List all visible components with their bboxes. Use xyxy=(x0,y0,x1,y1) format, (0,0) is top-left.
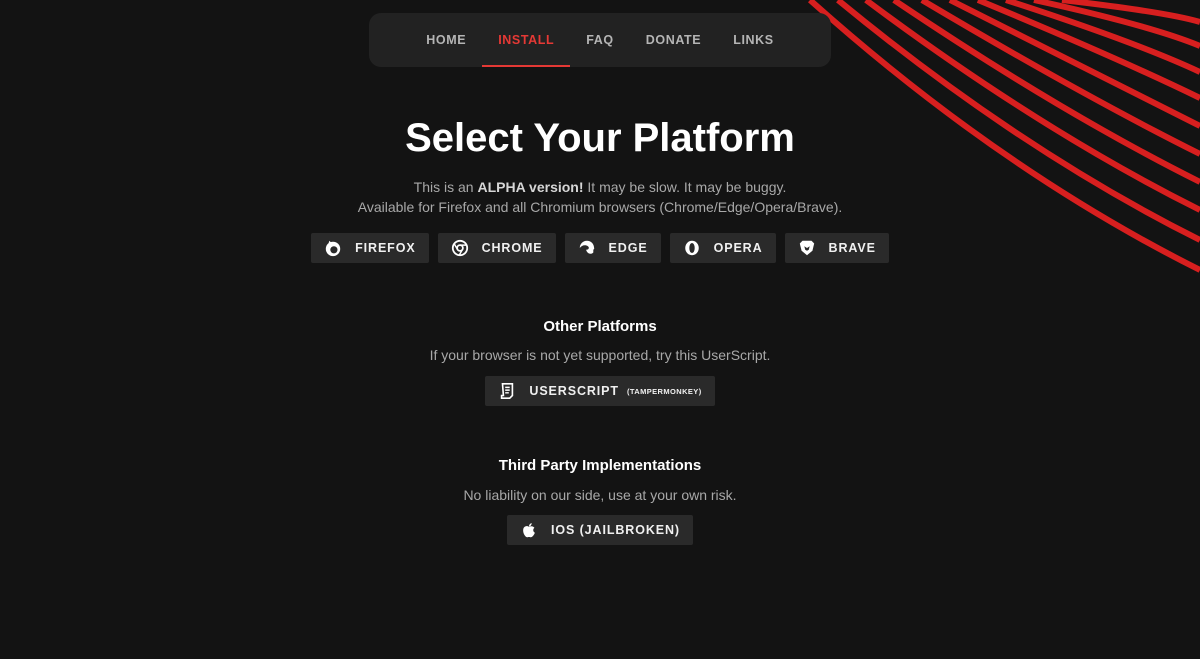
alpha-notice: ALPHA version! xyxy=(477,179,584,195)
firefox-button[interactable]: FIREFOX xyxy=(311,233,429,263)
third-party-text: No liability on our side, use at your ow… xyxy=(463,487,737,503)
apple-icon xyxy=(519,520,539,540)
tampermonkey-note: (TAMPERMONKEY) xyxy=(626,386,702,396)
userscript-button[interactable]: USERSCRIPT (TAMPERMONKEY) xyxy=(485,376,715,406)
alpha-prefix: This is an xyxy=(413,179,478,195)
top-nav: HOME INSTALL FAQ DONATE LINKS xyxy=(369,13,831,67)
edge-icon xyxy=(577,238,597,258)
nav-item-home[interactable]: HOME xyxy=(410,13,482,67)
firefox-label: FIREFOX xyxy=(355,241,416,255)
chrome-icon xyxy=(450,238,470,258)
brave-label: BRAVE xyxy=(828,241,876,255)
opera-label: OPERA xyxy=(713,241,763,255)
nav-item-install[interactable]: INSTALL xyxy=(482,13,571,67)
page-subtitle: This is an ALPHA version! It may be slow… xyxy=(0,177,1200,217)
other-platforms-buttons: USERSCRIPT (TAMPERMONKEY) xyxy=(0,376,1200,406)
third-party-heading: Third Party Implementations xyxy=(498,457,702,474)
chrome-label: CHROME xyxy=(481,241,543,255)
subtitle-line-1: This is an ALPHA version! It may be slow… xyxy=(0,177,1200,197)
firefox-icon xyxy=(323,238,343,258)
brave-button[interactable]: BRAVE xyxy=(784,233,889,263)
script-icon xyxy=(497,381,517,401)
other-platforms-text: If your browser is not yet supported, tr… xyxy=(429,347,771,363)
ios-jailbroken-button[interactable]: IOS (JAILBROKEN) xyxy=(507,515,693,545)
third-party-buttons: IOS (JAILBROKEN) xyxy=(0,515,1200,545)
nav-item-donate[interactable]: DONATE xyxy=(630,13,717,67)
edge-label: EDGE xyxy=(608,241,648,255)
chrome-button[interactable]: CHROME xyxy=(437,233,556,263)
browser-buttons: FIREFOX CHROME EDGE OPERA BRAVE xyxy=(0,233,1200,263)
brave-icon xyxy=(797,238,817,258)
alpha-suffix: It may be slow. It may be buggy. xyxy=(583,179,787,195)
page-title: Select Your Platform xyxy=(405,116,795,160)
userscript-label: USERSCRIPT xyxy=(529,384,619,398)
edge-button[interactable]: EDGE xyxy=(564,233,661,263)
ios-label: IOS (JAILBROKEN) xyxy=(551,523,680,537)
nav-item-faq[interactable]: FAQ xyxy=(570,13,630,67)
page: HOME INSTALL FAQ DONATE LINKS Select You… xyxy=(0,0,1200,659)
other-platforms-heading: Other Platforms xyxy=(543,318,657,335)
opera-button[interactable]: OPERA xyxy=(669,233,776,263)
nav-item-links[interactable]: LINKS xyxy=(717,13,790,67)
opera-icon xyxy=(682,238,702,258)
subtitle-line-2: Available for Firefox and all Chromium b… xyxy=(357,199,843,215)
